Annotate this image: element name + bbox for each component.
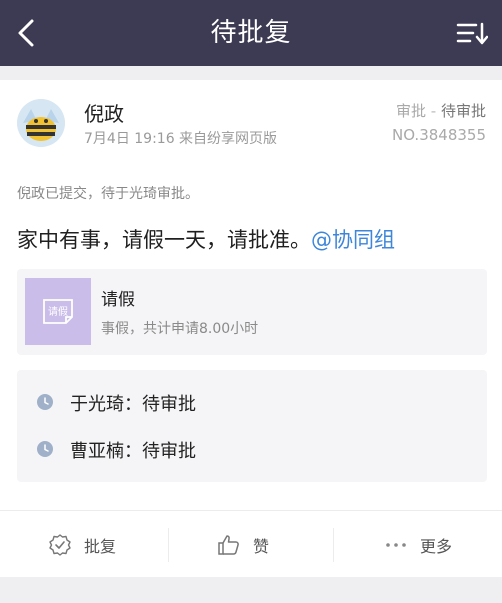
post-content: 家中有事，请假一天，请批准。@协同组: [17, 224, 395, 254]
leave-title: 请假: [101, 290, 135, 310]
approve-button[interactable]: 批复: [48, 525, 116, 565]
clock-icon: [37, 441, 53, 457]
status-separator: -: [430, 102, 437, 120]
approver-list: 于光琦：待审批 曹亚楠：待审批: [17, 370, 487, 482]
leave-request-card[interactable]: 请假 请假 事假，共计申请8.00小时: [17, 269, 487, 355]
page-title: 待批复: [210, 18, 292, 48]
status-badge: 待审批: [440, 102, 486, 120]
avatar[interactable]: [17, 99, 65, 147]
post-meta: 7月4日 19:16 来自纷享网页版: [84, 131, 278, 147]
approver-status: 曹亚楠：待审批: [70, 441, 196, 462]
leave-icon-label: 请假: [48, 305, 68, 318]
leave-document-icon: 请假: [25, 278, 91, 345]
action-separator: [333, 528, 334, 562]
action-separator: [168, 528, 169, 562]
like-label: 赞: [253, 537, 270, 556]
mention-link[interactable]: @协同组: [311, 228, 395, 252]
more-dots-icon: [386, 543, 406, 547]
approve-check-icon: [49, 534, 71, 556]
post-content-text: 家中有事，请假一天，请批准。: [17, 228, 311, 252]
top-bar: 待批复: [0, 0, 502, 66]
submitted-note: 倪政已提交，待于光琦审批。: [17, 186, 199, 202]
approve-label: 批复: [84, 537, 117, 556]
author-name[interactable]: 倪政: [84, 98, 124, 127]
leave-description: 事假，共计申请8.00小时: [101, 321, 259, 337]
thumbs-up-icon: [218, 535, 239, 555]
bee-avatar-icon: [17, 99, 65, 147]
approval-number: NO.3848355: [392, 126, 486, 144]
sort-icon[interactable]: [456, 18, 488, 48]
more-button[interactable]: 更多: [384, 525, 452, 565]
like-button[interactable]: 赞: [217, 525, 269, 565]
action-bar-divider: [0, 510, 502, 511]
approver-status: 于光琦：待审批: [70, 394, 196, 415]
approval-type: 审批: [395, 102, 426, 120]
more-label: 更多: [420, 537, 453, 556]
approval-status: 审批 - 待审批: [396, 100, 486, 121]
clock-icon: [37, 394, 53, 410]
